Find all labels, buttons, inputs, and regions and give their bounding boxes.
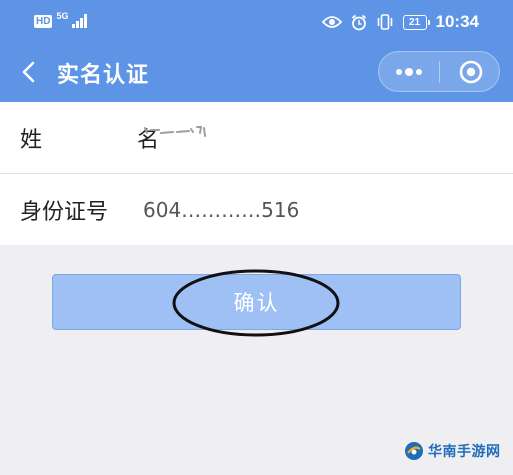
page-title: 实名认证 bbox=[57, 63, 150, 88]
status-left: HD 5G bbox=[34, 11, 88, 28]
status-bar: HD 5G 21 10:34 bbox=[0, 0, 513, 46]
name-row: 姓 名 bbox=[0, 102, 513, 174]
hd-badge: HD bbox=[34, 15, 53, 28]
miniprogram-capsule bbox=[378, 51, 500, 92]
nav-bar: 实名认证 bbox=[0, 46, 513, 102]
more-icon[interactable] bbox=[387, 58, 431, 86]
vibrate-icon bbox=[377, 14, 392, 30]
confirm-button[interactable]: 确认 bbox=[52, 274, 461, 330]
battery-level: 21 bbox=[408, 16, 421, 28]
watermark-text: 华南手游网 bbox=[428, 444, 501, 460]
confirm-button-label: 确认 bbox=[233, 291, 280, 315]
id-row: 身份证号 604…………516 bbox=[0, 174, 513, 245]
watermark-logo-icon bbox=[405, 442, 423, 460]
close-miniprogram-icon[interactable] bbox=[449, 58, 493, 86]
capsule-divider bbox=[439, 61, 440, 83]
alarm-icon bbox=[351, 14, 366, 30]
signal-icon bbox=[72, 14, 88, 28]
battery-icon: 21 bbox=[402, 14, 430, 30]
status-time: 10:34 bbox=[435, 12, 479, 31]
back-icon[interactable] bbox=[16, 58, 44, 86]
eye-icon bbox=[321, 16, 342, 28]
network-label: 5G bbox=[56, 11, 69, 21]
verification-form: 姓 名 身份证号 604…………516 bbox=[0, 102, 513, 245]
id-number-label: 身份证号 bbox=[20, 200, 109, 225]
status-right: 21 10:34 bbox=[321, 12, 479, 32]
watermark: 华南手游网 bbox=[404, 441, 501, 461]
name-redaction bbox=[144, 126, 206, 137]
id-number-input[interactable]: 604…………516 bbox=[143, 198, 299, 222]
header: HD 5G 21 10:34 实名认证 bbox=[0, 0, 513, 102]
